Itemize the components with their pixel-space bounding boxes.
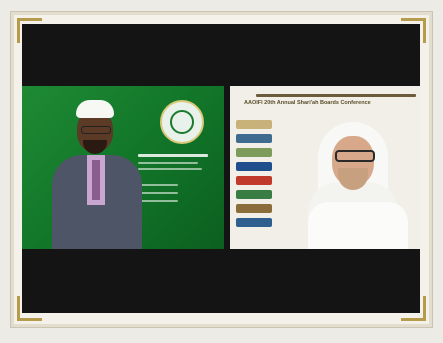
sponsor-logo xyxy=(236,148,272,157)
banner-english-title: AAOIFI 20th Annual Shari'ah Boards Confe… xyxy=(244,100,371,106)
sponsor-logo xyxy=(236,120,272,129)
speaker-thobe xyxy=(308,202,408,249)
sponsor-logo xyxy=(236,190,272,199)
speaker-glasses xyxy=(335,150,375,162)
sponsor-logo xyxy=(236,204,272,213)
participant-tile-right[interactable]: AAOIFI 20th Annual Shari'ah Boards Confe… xyxy=(230,86,420,249)
sponsor-logo xyxy=(236,176,272,185)
sponsor-logo xyxy=(236,162,272,171)
participant-video-right xyxy=(288,122,418,249)
speaker-cap xyxy=(76,100,114,118)
sponsor-logo xyxy=(236,134,272,143)
speaker-glasses xyxy=(81,126,111,134)
participant-tile-left[interactable] xyxy=(22,86,224,249)
video-screen: AAOIFI 20th Annual Shari'ah Boards Confe… xyxy=(22,24,420,313)
speaker-tie xyxy=(92,160,100,200)
speaker-beard xyxy=(83,140,107,154)
conference-banner: AAOIFI 20th Annual Shari'ah Boards Confe… xyxy=(236,91,416,106)
participant-video-left xyxy=(52,100,152,249)
banner-arabic-title xyxy=(256,94,416,97)
sponsor-logo xyxy=(236,218,272,227)
organization-logo-icon xyxy=(160,100,204,144)
